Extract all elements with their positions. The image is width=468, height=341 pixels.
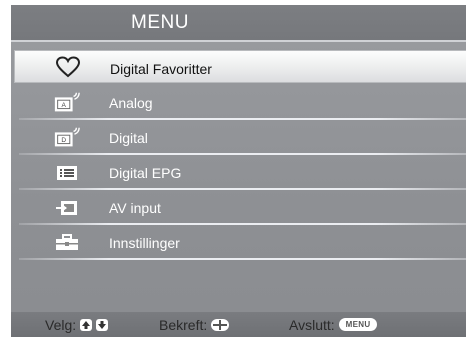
menu-item-digital-epg[interactable]: Digital EPG bbox=[11, 155, 466, 190]
menu-title: MENU bbox=[131, 11, 189, 33]
menu-item-analog[interactable]: A Analog bbox=[11, 85, 466, 120]
exit-hint: Avslutt: MENU bbox=[289, 316, 378, 333]
arrow-down-icon bbox=[96, 318, 109, 331]
menu-item-av-input[interactable]: AV input bbox=[11, 190, 466, 225]
menu-key-icon: MENU bbox=[338, 318, 378, 331]
menu-item-innstillinger[interactable]: Innstillinger bbox=[11, 225, 466, 260]
select-hint: Velg: bbox=[45, 316, 109, 333]
menu-item-label: AV input bbox=[109, 199, 161, 216]
menu-item-label: Analog bbox=[109, 94, 153, 111]
epg-list-icon bbox=[53, 162, 81, 184]
menu-item-digital-favoritter[interactable]: Digital Favoritter bbox=[14, 50, 466, 83]
select-hint-label: Velg: bbox=[45, 316, 77, 333]
analog-tv-icon: A bbox=[53, 92, 81, 114]
ok-button-icon bbox=[211, 318, 230, 331]
tv-menu-panel: MENU Digital Favoritter A Analog D Digit… bbox=[11, 5, 466, 337]
menu-header: MENU bbox=[11, 5, 466, 42]
footer-hint-bar: Velg: Bekreft: Avslutt: MENU bbox=[11, 312, 466, 337]
menu-item-label: Innstillinger bbox=[109, 234, 180, 251]
exit-hint-label: Avslutt: bbox=[289, 316, 335, 333]
heart-icon bbox=[54, 55, 82, 78]
svg-text:A: A bbox=[62, 102, 67, 109]
av-input-icon bbox=[53, 197, 81, 219]
menu-item-label: Digital bbox=[109, 129, 148, 146]
arrow-up-icon bbox=[80, 318, 93, 331]
menu-item-digital[interactable]: D Digital bbox=[11, 120, 466, 155]
digital-tv-icon: D bbox=[53, 127, 81, 149]
menu-item-label: Digital EPG bbox=[109, 164, 182, 181]
menu-list: Digital Favoritter A Analog D Digital Di… bbox=[11, 50, 466, 260]
toolbox-icon bbox=[53, 232, 81, 254]
confirm-hint: Bekreft: bbox=[159, 316, 230, 333]
svg-text:D: D bbox=[61, 137, 66, 144]
confirm-hint-label: Bekreft: bbox=[159, 316, 208, 333]
menu-item-label: Digital Favoritter bbox=[110, 61, 212, 77]
